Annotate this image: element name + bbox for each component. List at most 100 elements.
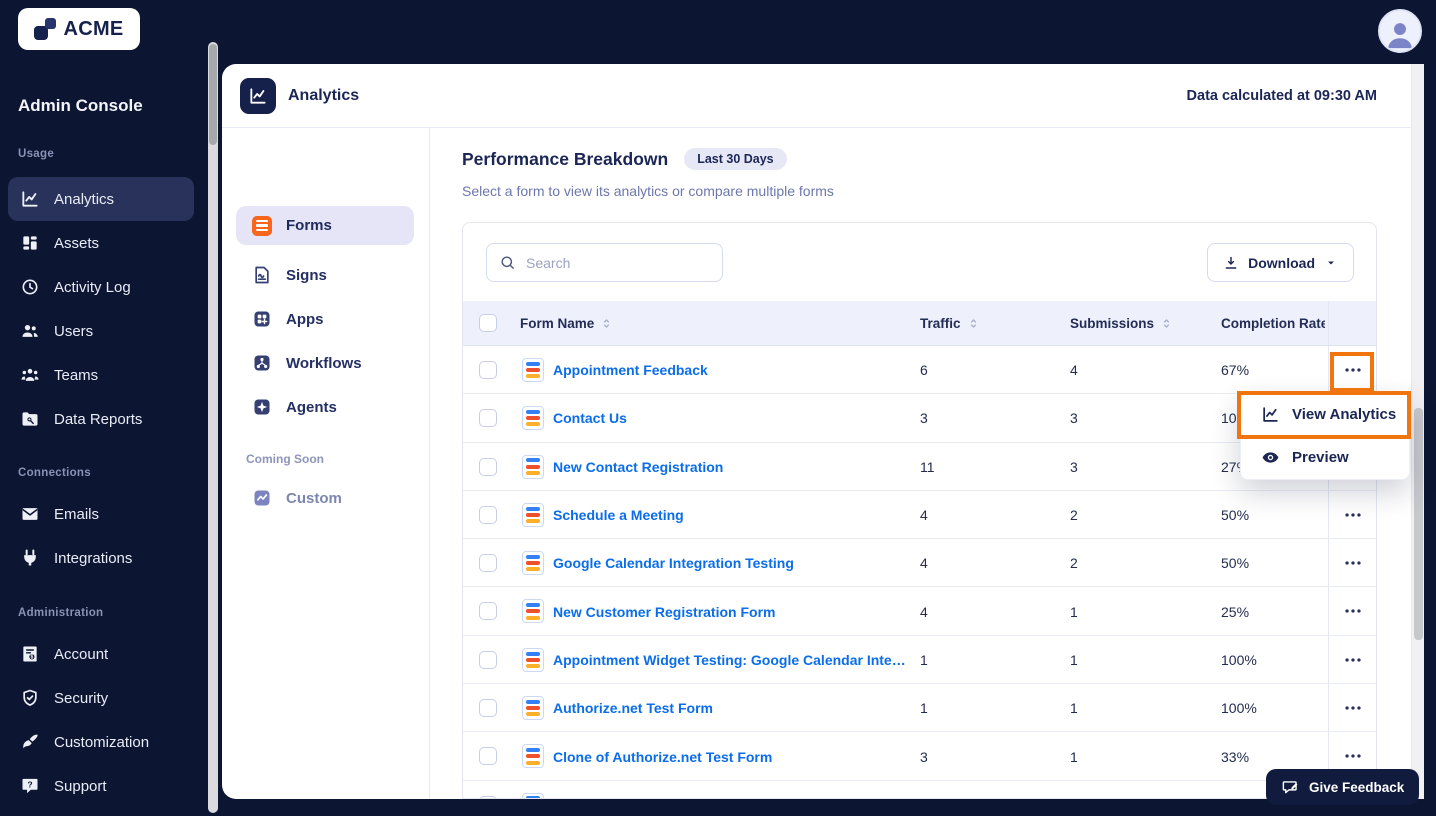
sidebar-item-teams[interactable]: Teams bbox=[8, 353, 194, 397]
form-doc-icon bbox=[522, 647, 544, 672]
sort-icon[interactable] bbox=[600, 317, 613, 330]
form-name-link[interactable]: Authorize.net Test Form bbox=[553, 684, 713, 732]
users-icon bbox=[20, 321, 40, 341]
teams-icon bbox=[20, 365, 40, 385]
page-subtitle: Select a form to view its analytics or c… bbox=[462, 183, 834, 199]
row-checkbox[interactable] bbox=[479, 747, 497, 766]
form-name-link[interactable]: New Contact Registration bbox=[553, 443, 723, 491]
form-name-link[interactable]: Appointment Widget Testing: Google Calen… bbox=[553, 636, 906, 684]
sidebar-item-users[interactable]: Users bbox=[8, 309, 194, 353]
row-checkbox[interactable] bbox=[479, 795, 497, 798]
completion-rate-value: 25% bbox=[1221, 603, 1250, 620]
menu-item-view-analytics[interactable]: View Analytics bbox=[1241, 393, 1409, 436]
data-reports-icon bbox=[20, 409, 40, 429]
sidebar-item-account[interactable]: $ Account bbox=[8, 632, 194, 676]
sidebar-scrollbar-thumb[interactable] bbox=[209, 44, 217, 145]
brand-logo[interactable]: ACME bbox=[18, 8, 140, 50]
column-header-completion-rate[interactable]: Completion Rate bbox=[1221, 301, 1325, 346]
sort-icon[interactable] bbox=[967, 317, 980, 330]
submissions-value: 1 bbox=[1070, 700, 1078, 717]
nav-list-usage: Analytics Assets Activity Log Users Team… bbox=[8, 177, 194, 441]
form-name-link[interactable]: Clone of Disabled Widget Test F… bbox=[553, 781, 780, 798]
traffic-value: 4 bbox=[920, 781, 928, 798]
table-row: Appointment Feedback 6 4 67% bbox=[463, 346, 1376, 395]
column-header-form-name[interactable]: Form Name bbox=[520, 301, 613, 346]
sidebar-scrollbar[interactable] bbox=[208, 42, 218, 813]
agents-icon bbox=[252, 397, 272, 417]
form-name-link[interactable]: Schedule a Meeting bbox=[553, 491, 684, 539]
menu-item-preview[interactable]: Preview bbox=[1241, 436, 1409, 479]
form-name-link[interactable]: Google Calendar Integration Testing bbox=[553, 539, 794, 587]
subnav-item-forms[interactable]: Forms bbox=[236, 206, 414, 245]
row-checkbox[interactable] bbox=[479, 409, 497, 428]
form-doc-icon bbox=[522, 358, 544, 382]
submissions-value: 2 bbox=[1070, 507, 1078, 524]
sidebar-item-customization[interactable]: Customization bbox=[8, 720, 194, 764]
subnav-item-custom[interactable]: Custom bbox=[236, 476, 416, 520]
customization-icon bbox=[20, 732, 40, 752]
person-icon bbox=[1387, 23, 1413, 49]
brand-name: ACME bbox=[63, 17, 124, 40]
row-actions-button[interactable] bbox=[1331, 599, 1375, 623]
column-header-submissions[interactable]: Submissions bbox=[1070, 301, 1173, 346]
traffic-value: 4 bbox=[920, 603, 928, 620]
row-actions-button[interactable] bbox=[1331, 744, 1375, 768]
row-checkbox[interactable] bbox=[479, 554, 497, 573]
sidebar-item-emails[interactable]: Emails bbox=[8, 492, 194, 536]
row-actions-button[interactable] bbox=[1331, 503, 1375, 527]
subnav-item-workflows[interactable]: Workflows bbox=[236, 341, 416, 385]
submissions-value: 1 bbox=[1070, 603, 1078, 620]
sidebar-item-data-reports[interactable]: Data Reports bbox=[8, 397, 194, 441]
row-checkbox[interactable] bbox=[479, 457, 497, 476]
sort-icon[interactable] bbox=[1160, 317, 1173, 330]
sidebar-item-support[interactable]: ? Support bbox=[8, 764, 194, 808]
content-scrollbar[interactable] bbox=[1411, 64, 1424, 799]
row-actions-button[interactable] bbox=[1331, 358, 1375, 382]
forms-icon bbox=[252, 215, 272, 236]
row-checkbox[interactable] bbox=[479, 505, 497, 524]
row-checkbox[interactable] bbox=[479, 650, 497, 669]
completion-rate-value: 100% bbox=[1221, 700, 1257, 717]
table-row: Authorize.net Test Form 1 1 100% bbox=[463, 684, 1376, 733]
row-actions-button[interactable] bbox=[1331, 648, 1375, 672]
subnav-item-signs[interactable]: Signs bbox=[236, 253, 416, 297]
form-name-link[interactable]: Clone of Authorize.net Test Form bbox=[553, 732, 772, 780]
sidebar-item-integrations[interactable]: Integrations bbox=[8, 536, 194, 580]
sidebar-item-activity-log[interactable]: Activity Log bbox=[8, 265, 194, 309]
select-all-checkbox[interactable] bbox=[479, 314, 497, 332]
ellipsis-icon bbox=[1345, 513, 1361, 517]
row-actions-button[interactable] bbox=[1331, 551, 1375, 575]
ellipsis-icon bbox=[1345, 754, 1361, 759]
assets-icon bbox=[20, 233, 40, 253]
form-doc-icon bbox=[522, 792, 544, 798]
form-name-link[interactable]: New Customer Registration Form bbox=[553, 587, 775, 635]
submissions-value: 1 bbox=[1070, 748, 1078, 765]
nav-list-administration: $ Account Security Customization ? Suppo… bbox=[8, 632, 194, 808]
table-row: Appointment Widget Testing: Google Calen… bbox=[463, 635, 1376, 685]
user-avatar[interactable] bbox=[1378, 9, 1422, 53]
subnav-item-agents[interactable]: Agents bbox=[236, 385, 416, 429]
row-actions-button[interactable] bbox=[1331, 696, 1375, 720]
content-scrollbar-thumb[interactable] bbox=[1414, 408, 1423, 640]
download-button[interactable]: Download bbox=[1207, 243, 1354, 282]
give-feedback-button[interactable]: Give Feedback bbox=[1266, 769, 1420, 805]
sidebar-item-assets[interactable]: Assets bbox=[8, 221, 194, 265]
ellipsis-icon bbox=[1345, 706, 1361, 710]
row-checkbox[interactable] bbox=[479, 361, 497, 379]
search-input[interactable] bbox=[526, 254, 710, 271]
row-checkbox[interactable] bbox=[479, 699, 497, 718]
completion-rate-value: 50% bbox=[1221, 555, 1250, 572]
traffic-value: 3 bbox=[920, 748, 928, 765]
traffic-value: 11 bbox=[920, 458, 935, 475]
row-checkbox[interactable] bbox=[479, 602, 497, 621]
subnav-coming-soon-list: Custom bbox=[236, 476, 416, 520]
form-name-link[interactable]: Contact Us bbox=[553, 394, 627, 442]
form-name-link[interactable]: Appointment Feedback bbox=[553, 346, 708, 394]
activity-log-icon bbox=[20, 277, 40, 297]
sidebar-item-analytics[interactable]: Analytics bbox=[8, 177, 194, 221]
sidebar-item-security[interactable]: Security bbox=[8, 676, 194, 720]
subnav-item-apps[interactable]: Apps bbox=[236, 297, 416, 341]
signs-icon bbox=[252, 265, 272, 285]
column-header-traffic[interactable]: Traffic bbox=[920, 301, 980, 346]
table-row: Google Calendar Integration Testing 4 2 … bbox=[463, 539, 1376, 588]
